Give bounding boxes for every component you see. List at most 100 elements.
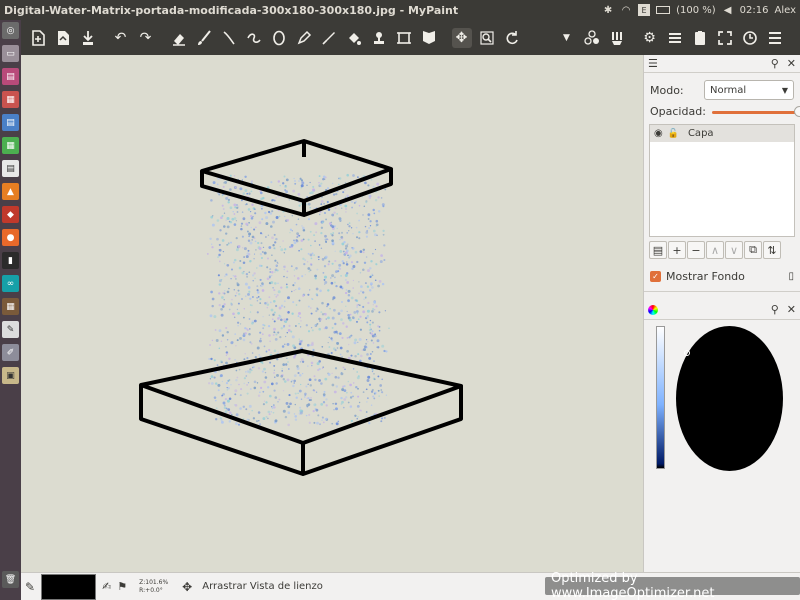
pan-icon[interactable]: ✥ bbox=[451, 27, 472, 48]
water-particle bbox=[331, 316, 335, 320]
zoom-icon[interactable] bbox=[477, 28, 497, 48]
settings-icon[interactable]: ▤ bbox=[2, 68, 19, 85]
new-file-icon[interactable] bbox=[28, 28, 48, 48]
water-particle bbox=[381, 417, 383, 420]
lock-icon[interactable]: 🔓 bbox=[668, 129, 679, 139]
pencil-icon[interactable] bbox=[294, 28, 314, 48]
color-swatches-icon[interactable] bbox=[582, 28, 602, 48]
water-particle bbox=[349, 383, 352, 387]
eraser-icon[interactable] bbox=[169, 28, 189, 48]
water-particle bbox=[331, 326, 334, 329]
brush-history-icon[interactable]: ✍ bbox=[102, 580, 111, 593]
brush-icon[interactable] bbox=[194, 28, 214, 48]
impress-icon[interactable]: ▲ bbox=[2, 183, 19, 200]
draw-icon[interactable]: ✐ bbox=[2, 344, 19, 361]
color-wheel-cursor[interactable] bbox=[684, 350, 690, 356]
text-editor-icon[interactable]: ▦ bbox=[2, 91, 19, 108]
detach-color-panel-icon[interactable]: ⚲ bbox=[771, 303, 779, 316]
fullscreen-icon[interactable] bbox=[715, 28, 735, 48]
water-particle bbox=[328, 260, 331, 263]
value-slider[interactable] bbox=[656, 326, 665, 469]
files-icon[interactable]: ▭ bbox=[2, 45, 19, 62]
water-particle bbox=[237, 205, 240, 207]
show-background-checkbox[interactable]: ✓ bbox=[650, 271, 661, 282]
chevron-down-icon[interactable]: ▼ bbox=[557, 28, 577, 48]
water-particle bbox=[353, 341, 357, 345]
document-icon[interactable]: ▤ bbox=[2, 160, 19, 177]
clock[interactable]: 02:16 bbox=[740, 5, 769, 16]
detach-panel-icon[interactable]: ⚲ bbox=[771, 57, 779, 70]
layer-row[interactable]: ◉ 🔓 Capa bbox=[650, 125, 794, 142]
water-particle bbox=[270, 411, 273, 413]
water-particle bbox=[376, 234, 378, 237]
layers-icon[interactable] bbox=[665, 28, 685, 48]
dash-icon[interactable]: ◎ bbox=[2, 22, 19, 39]
background-image-icon[interactable]: ▯ bbox=[788, 271, 794, 282]
ellipse-icon[interactable] bbox=[269, 28, 289, 48]
terminal-icon[interactable]: ▮ bbox=[2, 252, 19, 269]
redo-icon[interactable]: ↷ bbox=[136, 28, 156, 48]
fill-icon[interactable] bbox=[344, 28, 364, 48]
edit-icon[interactable]: ✎ bbox=[2, 321, 19, 338]
trash-icon[interactable]: 🗑 bbox=[2, 571, 19, 588]
water-particle bbox=[342, 262, 345, 265]
image-viewer-icon[interactable]: ▦ bbox=[2, 298, 19, 315]
water-particle bbox=[360, 409, 362, 412]
picker-icon[interactable]: ⚑ bbox=[117, 580, 127, 593]
close-color-panel-icon[interactable]: ✕ bbox=[787, 303, 796, 316]
writer-icon[interactable]: ▤ bbox=[2, 114, 19, 131]
show-background-label: Mostrar Fondo bbox=[666, 270, 745, 283]
battery-icon[interactable] bbox=[656, 6, 671, 14]
water-particle bbox=[264, 371, 267, 374]
stamp-icon[interactable] bbox=[369, 28, 389, 48]
mode-select[interactable]: Normal ▼ bbox=[704, 80, 794, 100]
water-particle bbox=[281, 368, 283, 370]
volume-icon[interactable]: ◀ bbox=[722, 4, 734, 16]
duplicate-layer-button[interactable]: ⧉ bbox=[744, 241, 762, 259]
undo-icon[interactable]: ↶ bbox=[111, 28, 131, 48]
pen-icon[interactable] bbox=[244, 28, 264, 48]
drawing-canvas[interactable] bbox=[21, 55, 643, 572]
color-wheel-tab-icon[interactable] bbox=[648, 304, 658, 315]
color-picker-icon[interactable] bbox=[319, 28, 339, 48]
calc-icon[interactable]: ▦ bbox=[2, 137, 19, 154]
opacity-slider[interactable] bbox=[711, 105, 800, 118]
history-icon[interactable] bbox=[740, 28, 760, 48]
scratchpad-icon[interactable] bbox=[690, 28, 710, 48]
battery-percent[interactable]: (100 %) bbox=[676, 5, 716, 16]
archive-icon[interactable]: ▣ bbox=[2, 367, 19, 384]
layer-properties-button[interactable]: ⇅ bbox=[763, 241, 781, 259]
opacity-slider-handle[interactable] bbox=[793, 105, 800, 117]
symmetry-icon[interactable] bbox=[419, 28, 439, 48]
firefox-icon[interactable]: ● bbox=[2, 229, 19, 246]
menu-icon[interactable] bbox=[765, 28, 785, 48]
keyboard-icon[interactable]: E bbox=[638, 4, 651, 16]
eye-icon[interactable]: ◉ bbox=[654, 128, 663, 139]
frame-icon[interactable] bbox=[394, 28, 414, 48]
move-up-button[interactable]: ∧ bbox=[706, 241, 724, 259]
brush-indicator-icon[interactable]: ✎ bbox=[25, 580, 35, 594]
arduino-icon[interactable]: ∞ bbox=[2, 275, 19, 292]
brush-settings-icon[interactable] bbox=[607, 28, 627, 48]
bluetooth-icon[interactable]: ✱ bbox=[602, 4, 614, 16]
current-color-swatch[interactable] bbox=[41, 573, 97, 600]
wifi-icon[interactable]: ◠ bbox=[620, 4, 632, 16]
water-particle bbox=[273, 406, 276, 409]
water-particle bbox=[332, 193, 336, 196]
ink-icon[interactable] bbox=[219, 28, 239, 48]
move-down-button[interactable]: ∨ bbox=[725, 241, 743, 259]
layers-tab-icon[interactable]: ☰ bbox=[648, 57, 658, 70]
new-layer-menu-button[interactable]: ▤ bbox=[649, 241, 667, 259]
add-layer-button[interactable]: + bbox=[668, 241, 686, 259]
app-icon[interactable]: ◆ bbox=[2, 206, 19, 223]
remove-layer-button[interactable]: − bbox=[687, 241, 705, 259]
save-file-icon[interactable] bbox=[78, 28, 98, 48]
open-file-icon[interactable] bbox=[53, 28, 73, 48]
rotate-icon[interactable] bbox=[502, 28, 522, 48]
close-panel-icon[interactable]: ✕ bbox=[787, 57, 796, 70]
water-particle bbox=[304, 273, 306, 276]
water-particle bbox=[378, 311, 381, 314]
preferences-icon[interactable]: ⚙ bbox=[640, 28, 660, 48]
user-name[interactable]: Alex bbox=[774, 5, 796, 16]
color-wheel[interactable] bbox=[676, 326, 783, 471]
